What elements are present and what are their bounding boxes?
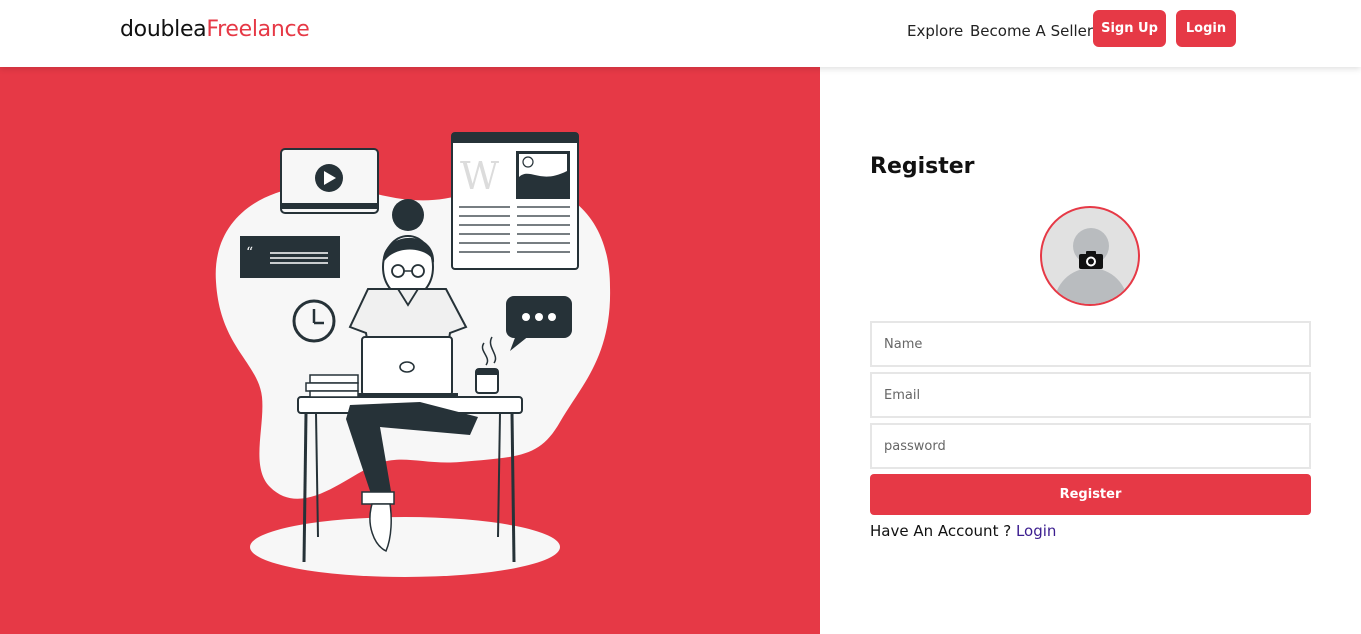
nav-explore-link[interactable]: Explore: [907, 22, 963, 40]
have-account-label: Have An Account ?: [870, 522, 1012, 540]
name-field[interactable]: [870, 321, 1311, 367]
login-button[interactable]: Login: [1176, 10, 1236, 47]
article-card-icon: W: [451, 132, 579, 270]
have-account-text: Have An Account ? Login: [870, 522, 1056, 540]
email-field[interactable]: [870, 372, 1311, 418]
navbar: doubleaFreelance Explore Become A Seller…: [0, 0, 1361, 67]
password-field[interactable]: [870, 423, 1311, 469]
login-link[interactable]: Login: [1016, 522, 1056, 540]
nav-become-seller-link[interactable]: Become A Seller: [970, 22, 1093, 40]
video-card-icon: [280, 148, 379, 214]
laptop-icon: [356, 336, 458, 398]
register-button[interactable]: Register: [870, 474, 1311, 515]
camera-icon: [1079, 251, 1103, 269]
svg-text:“: “: [246, 245, 253, 261]
signup-button[interactable]: Sign Up: [1093, 10, 1166, 47]
register-form-panel: Register Register Have An Account ? Logi…: [820, 67, 1361, 634]
avatar-upload[interactable]: [1040, 206, 1140, 306]
clock-icon: [292, 299, 336, 343]
avatar-body-shape: [1054, 268, 1128, 304]
quote-card-icon: “: [240, 236, 340, 278]
brand-logo[interactable]: doubleaFreelance: [120, 17, 310, 42]
brand-logo-part1: doublea: [120, 17, 207, 42]
books-icon: [305, 374, 359, 398]
svg-text:W: W: [460, 154, 499, 198]
hero-illustration: “ W: [215, 132, 611, 577]
brand-logo-part2: Freelance: [206, 17, 310, 42]
register-title: Register: [870, 154, 975, 179]
hero-panel: “ W: [0, 67, 820, 634]
